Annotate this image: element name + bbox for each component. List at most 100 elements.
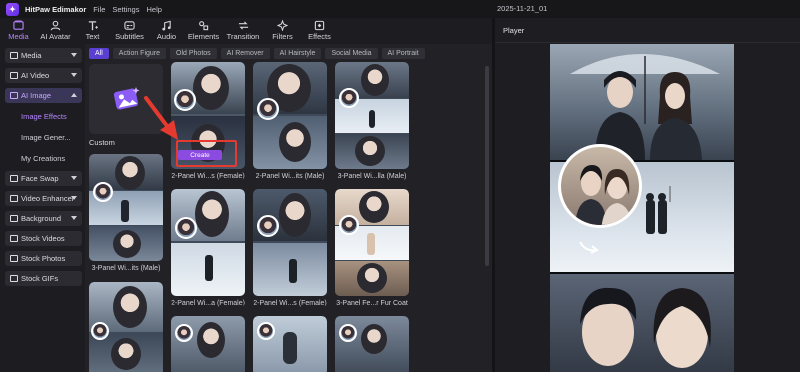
sidebar-item-my-creations[interactable]: My Creations <box>5 150 82 166</box>
effect-thumbnail <box>253 189 327 296</box>
pointer-arrow-icon <box>144 96 178 140</box>
chevron-down-icon <box>71 73 77 77</box>
chevron-up-icon <box>71 93 77 97</box>
sidebar-item-face-swap[interactable]: Face Swap <box>5 171 82 186</box>
filters-icon <box>277 20 288 31</box>
effect-card-label: 2-Panel Wi...s (Female) <box>253 300 327 307</box>
effect-thumbnail <box>171 316 245 372</box>
sidebar-item-video-enhancer[interactable]: Video Enhancer <box>5 191 82 206</box>
app-name: HitPaw Edimakor <box>25 4 87 14</box>
subtitles-icon <box>124 21 135 30</box>
chevron-down-icon <box>71 196 77 200</box>
filter-action-figure[interactable]: Action Figure <box>112 48 167 59</box>
effect-thumbnail <box>171 189 245 296</box>
video-icon <box>10 72 18 79</box>
sidebar-item-stock-videos[interactable]: Stock Videos <box>5 231 82 246</box>
image-icon <box>10 92 18 99</box>
enhancer-icon <box>10 195 18 202</box>
effects-panel: All Action Figure Old Photos AI Remover … <box>85 44 492 372</box>
custom-label: Custom <box>89 138 115 147</box>
tab-text[interactable]: Text <box>74 18 111 44</box>
tab-elements[interactable]: Elements <box>185 18 222 44</box>
project-name: 2025-11-21_01 <box>497 4 548 13</box>
effect-card[interactable] <box>171 316 245 372</box>
effect-thumbnail <box>253 62 327 169</box>
effect-card[interactable]: 3-Panel Fe...r Fur Coat <box>335 189 409 307</box>
effect-thumbnail <box>89 282 163 372</box>
sidebar-item-stock-gifs[interactable]: Stock GIFs <box>5 271 82 286</box>
menu-help[interactable]: Help <box>146 5 161 14</box>
tab-transition[interactable]: Transition <box>222 18 264 44</box>
effect-thumbnail <box>89 154 163 261</box>
filter-chips: All Action Figure Old Photos AI Remover … <box>89 48 429 59</box>
effect-card-label: 3-Panel Wi...lla (Male) <box>337 173 407 180</box>
sidebar-item-image-effects[interactable]: Image Effects <box>5 108 82 124</box>
tab-effects[interactable]: Effects <box>301 18 338 44</box>
title-bar: ✦ HitPaw Edimakor File Settings Help 202… <box>0 0 800 18</box>
stock-photo-icon <box>10 255 18 262</box>
effect-card[interactable] <box>253 316 327 372</box>
highlight-box <box>176 140 237 167</box>
text-icon <box>88 21 98 31</box>
effect-card-label: 2-Panel Wi...s (Female) <box>171 173 245 180</box>
gif-icon <box>10 275 18 282</box>
chevron-down-icon <box>71 53 77 57</box>
effect-card-label: 3-Panel Fe...r Fur Coat <box>336 300 408 307</box>
sidebar-item-ai-video[interactable]: AI Video <box>5 68 82 83</box>
chevron-down-icon <box>71 176 77 180</box>
sidebar-item-stock-photos[interactable]: Stock Photos <box>5 251 82 266</box>
main-toolbar: Media AI Avatar Text Subtitles Audio Ele… <box>0 18 492 44</box>
sidebar-item-ai-image[interactable]: AI Image <box>5 88 82 103</box>
effect-thumbnail <box>335 316 409 372</box>
effect-card[interactable]: 3-Panel Wi...its (Male) <box>89 154 163 272</box>
menu-file[interactable]: File <box>93 5 105 14</box>
umbrella-couple-image <box>570 54 720 160</box>
player-title: Player <box>495 18 800 43</box>
player-panel: Player <box>495 18 800 372</box>
effect-thumbnail <box>335 189 409 296</box>
effect-card[interactable]: 2-Panel Wi...a (Female) <box>171 189 245 307</box>
effect-card[interactable]: 2-Panel Wi...its (Male) <box>253 62 327 180</box>
scrollbar[interactable] <box>485 66 489 266</box>
audio-icon <box>162 20 171 31</box>
effect-thumbnail <box>253 316 327 372</box>
chevron-down-icon <box>71 216 77 220</box>
effect-card-label: 2-Panel Wi...a (Female) <box>171 300 245 307</box>
app-logo-icon: ✦ <box>6 2 19 16</box>
preview-panel-bottom <box>550 274 734 372</box>
ai-image-icon <box>113 87 140 110</box>
menu-settings[interactable]: Settings <box>112 5 139 14</box>
inset-bubble <box>558 144 642 228</box>
filter-old-photos[interactable]: Old Photos <box>170 48 217 59</box>
tab-media[interactable]: Media <box>0 18 37 44</box>
sidebar-item-image-generator[interactable]: Image Gener... <box>5 129 82 145</box>
effect-card[interactable]: 3-Panel Wi...lla (Male) <box>335 62 409 180</box>
folder-icon <box>10 52 18 59</box>
effect-card-label: 2-Panel Wi...its (Male) <box>255 173 325 180</box>
tab-filters[interactable]: Filters <box>264 18 301 44</box>
transition-icon <box>238 21 248 30</box>
sidebar-item-media[interactable]: Media <box>5 48 82 63</box>
sidebar: Media AI Video AI Image Image Effects Im… <box>0 44 85 372</box>
tab-audio[interactable]: Audio <box>148 18 185 44</box>
elements-icon <box>199 21 209 31</box>
effect-card[interactable] <box>335 316 409 372</box>
effect-thumbnail <box>335 62 409 169</box>
filter-ai-remover[interactable]: AI Remover <box>220 48 270 59</box>
effects-icon <box>314 20 325 31</box>
closeup-image <box>580 287 711 368</box>
filter-all[interactable]: All <box>89 48 109 59</box>
ai-avatar-icon <box>50 20 61 31</box>
effect-card[interactable]: 2-Panel Wi...s (Female) <box>253 189 327 307</box>
stock-video-icon <box>10 235 18 242</box>
filter-ai-hairstyle[interactable]: AI Hairstyle <box>273 48 322 59</box>
tab-ai-avatar[interactable]: AI Avatar <box>37 18 74 44</box>
filter-ai-portrait[interactable]: AI Portrait <box>381 48 425 59</box>
media-icon <box>13 20 24 30</box>
tab-subtitles[interactable]: Subtitles <box>111 18 148 44</box>
filter-social-media[interactable]: Social Media <box>325 48 378 59</box>
preview-canvas[interactable] <box>550 44 734 372</box>
effect-card-label: 3-Panel Wi...its (Male) <box>91 265 161 272</box>
effect-card[interactable] <box>89 282 163 372</box>
sidebar-item-background[interactable]: Background <box>5 211 82 226</box>
